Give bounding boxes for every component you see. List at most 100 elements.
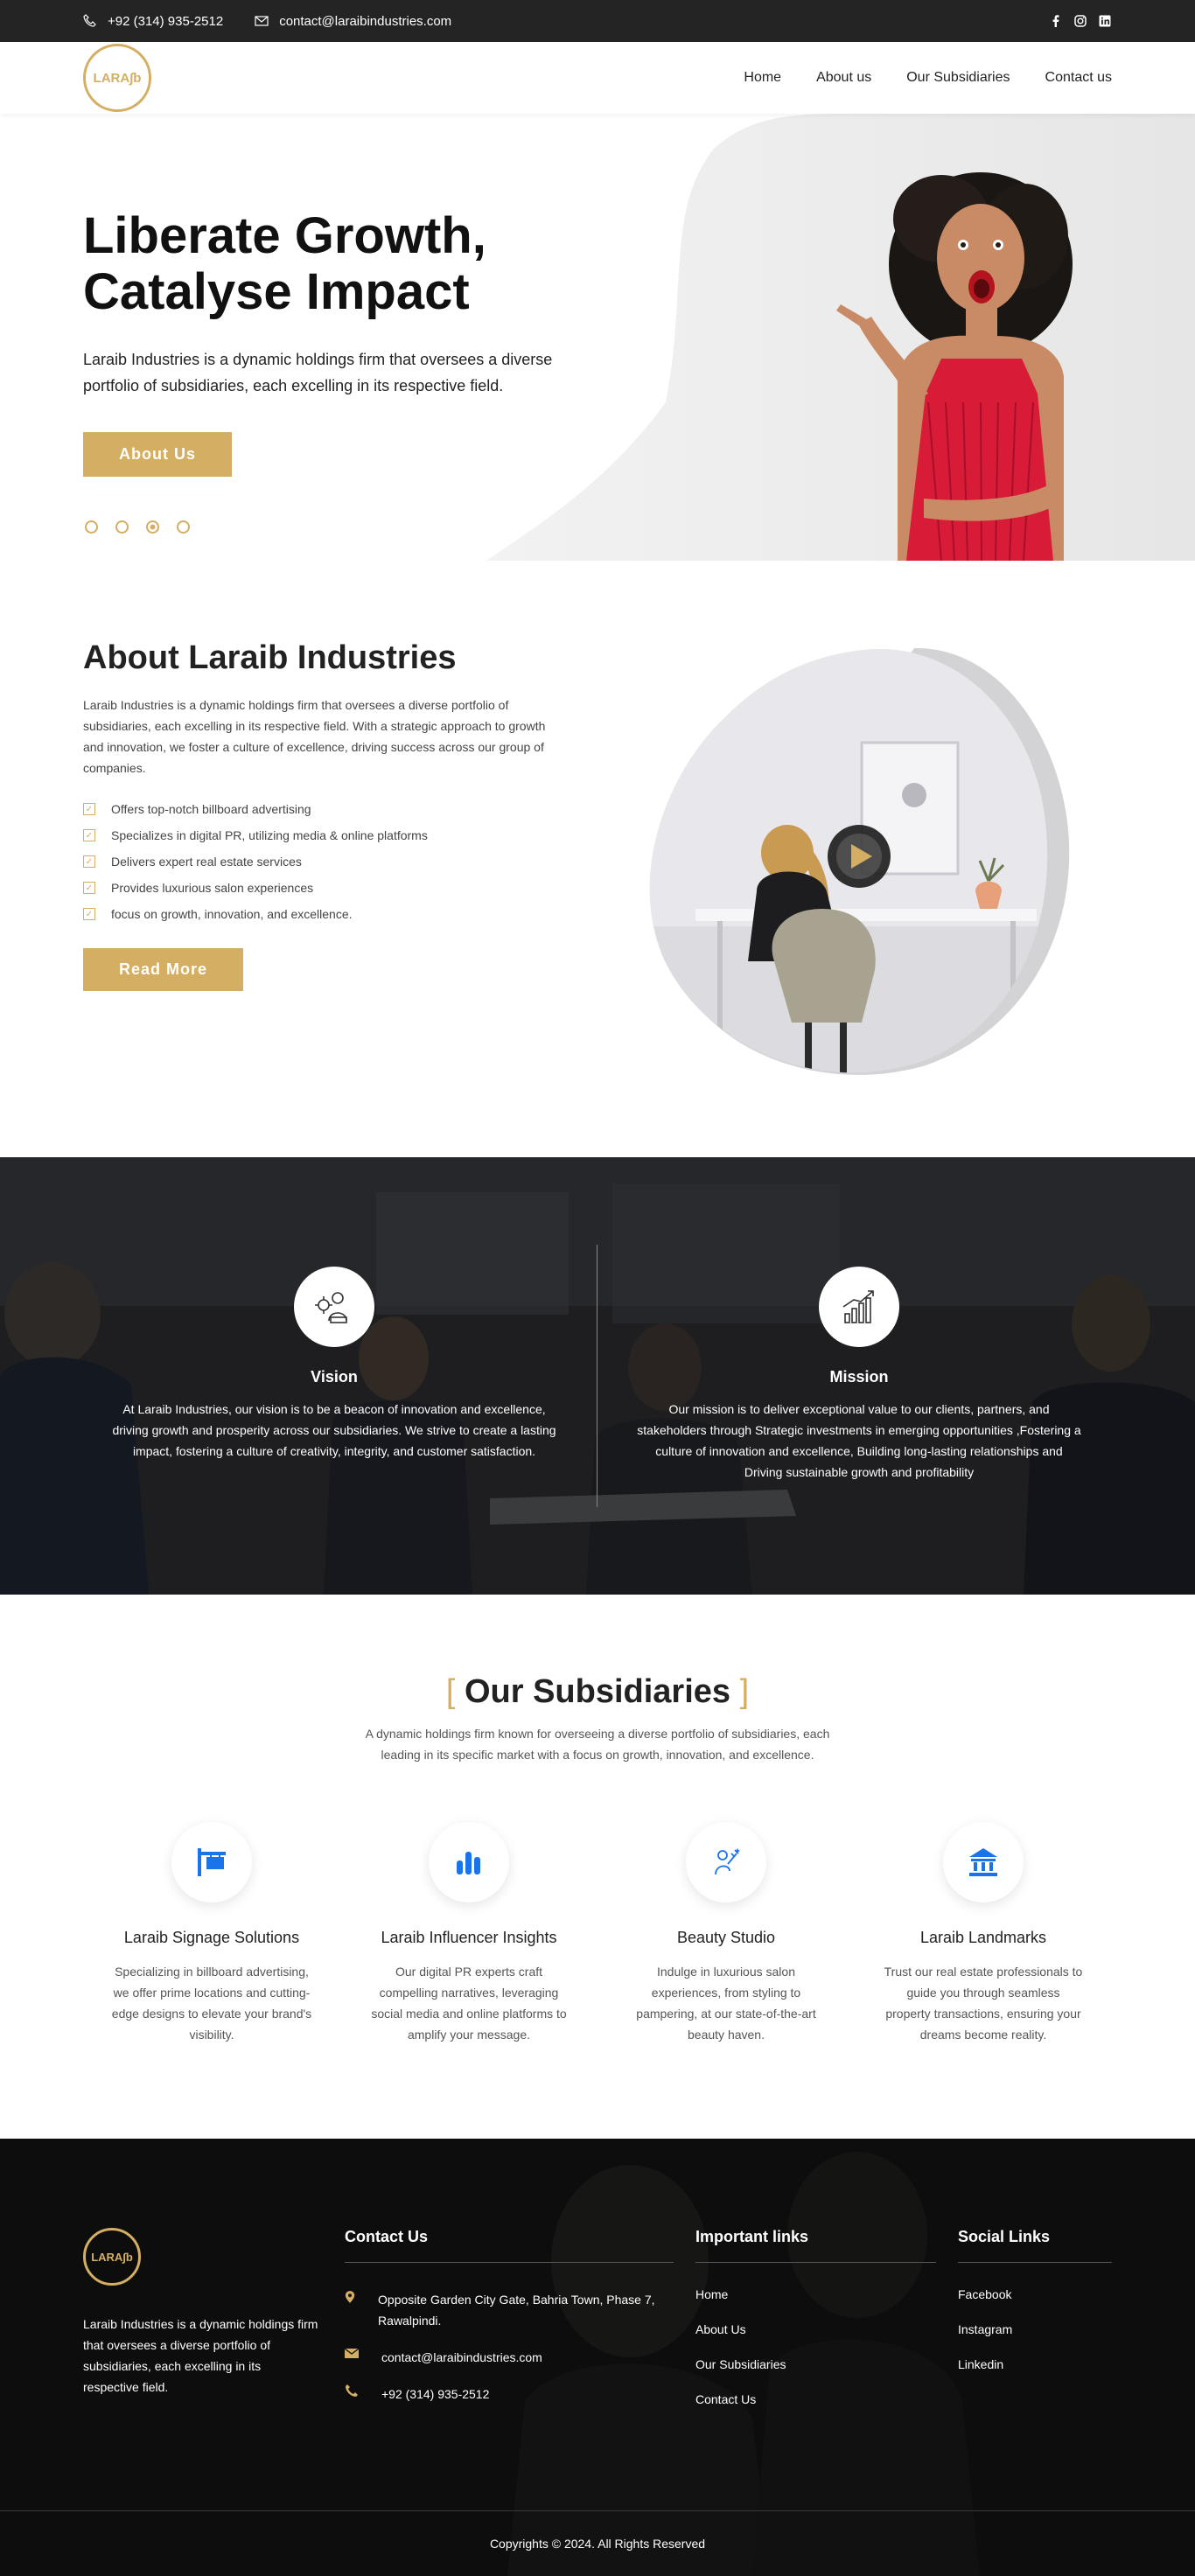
subsidiary-description: Indulge in luxurious salon experiences, … (636, 1965, 816, 2042)
linkedin-icon[interactable] (1098, 14, 1112, 28)
mission-icon (819, 1267, 899, 1347)
hero-description: Laraib Industries is a dynamic holdings … (83, 351, 553, 394)
envelope-icon (345, 2348, 359, 2358)
list-item: ✓ Provides luxurious salon experiences (83, 875, 569, 901)
footer-logo[interactable]: LARA∫b (83, 2228, 141, 2286)
footer-link-our-subsidiaries[interactable]: Our Subsidiaries (695, 2347, 936, 2382)
footer-link-home[interactable]: Home (695, 2277, 936, 2312)
footer-link-instagram[interactable]: Instagram (958, 2312, 1112, 2347)
check-icon: ✓ (83, 855, 95, 868)
footer-links-title: Important links (695, 2228, 936, 2263)
divider (597, 1245, 598, 1507)
footer-about-text: Laraib Industries is a dynamic holdings … (83, 2317, 318, 2394)
carousel-dot-3[interactable] (146, 520, 159, 534)
hero-title: Liberate Growth, Catalyse Impact (83, 208, 591, 320)
vision-mission-section: Vision At Laraib Industries, our vision … (0, 1157, 1195, 1595)
subsidiary-card-beauty[interactable]: Beauty Studio Indulge in luxurious salon… (598, 1822, 855, 2045)
about-title: About Laraib Industries (83, 639, 457, 676)
beauty-icon (686, 1822, 766, 1902)
list-item: ✓ Delivers expert real estate services (83, 848, 569, 875)
check-icon: ✓ (83, 882, 95, 894)
footer-social-title: Social Links (958, 2228, 1112, 2263)
read-more-button[interactable]: Read More (83, 948, 244, 991)
bar-chart-icon (429, 1822, 509, 1902)
subsidiary-name: Laraib Influencer Insights (381, 1929, 557, 1946)
main-navigation: LARA∫b Home About us Our Subsidiaries Co… (0, 42, 1195, 114)
about-description: Laraib Industries is a dynamic holdings … (83, 698, 546, 775)
footer-contact-title: Contact Us (345, 2228, 674, 2263)
subsidiary-card-landmarks[interactable]: Laraib Landmarks Trust our real estate p… (855, 1822, 1112, 2045)
check-icon: ✓ (83, 803, 95, 815)
nav-our-subsidiaries[interactable]: Our Subsidiaries (906, 70, 1010, 86)
footer-logo-text: LARA∫b (91, 2250, 133, 2264)
about-feature-list: ✓ Offers top-notch billboard advertising … (83, 796, 569, 927)
mission-text: Our mission is to deliver exceptional va… (637, 1402, 1081, 1479)
check-icon: ✓ (83, 829, 95, 841)
footer-important-links: Important links Home About Us Our Subsid… (695, 2228, 936, 2417)
hero-section: Liberate Growth, Catalyse Impact Laraib … (0, 114, 1195, 561)
bank-icon (943, 1822, 1024, 1902)
subsidiary-description: Our digital PR experts craft compelling … (371, 1965, 567, 2042)
instagram-icon[interactable] (1073, 14, 1087, 28)
footer-link-contact-us[interactable]: Contact Us (695, 2382, 936, 2417)
signboard-icon (171, 1822, 252, 1902)
footer-address: Opposite Garden City Gate, Bahria Town, … (345, 2289, 674, 2331)
topbar-email[interactable]: contact@laraibindustries.com (255, 14, 451, 29)
vision-block: Vision At Laraib Industries, our vision … (111, 1267, 557, 1462)
about-image (649, 647, 1070, 1075)
about-us-button[interactable]: About Us (83, 432, 232, 477)
check-icon: ✓ (83, 908, 95, 920)
topbar-phone-text: +92 (314) 935-2512 (108, 13, 224, 29)
subsidiary-name: Beauty Studio (676, 1929, 776, 1946)
list-item: ✓ Specializes in digital PR, utilizing me… (83, 822, 569, 848)
facebook-icon[interactable] (1049, 14, 1063, 28)
footer-about: LARA∫b Laraib Industries is a dynamic ho… (83, 2228, 319, 2398)
topbar-email-text: contact@laraibindustries.com (279, 13, 452, 29)
subsidiaries-section: [ Our Subsidiaries ] A dynamic holdings … (0, 1595, 1195, 2139)
subsidiaries-heading: [ Our Subsidiaries ] (0, 1595, 1195, 1711)
carousel-dot-2[interactable] (115, 520, 129, 534)
mission-title: Mission (829, 1368, 889, 1386)
phone-icon (346, 2384, 358, 2397)
logo-text: LARA∫b (93, 70, 142, 86)
footer-social-links: Social Links Facebook Instagram Linkedin (958, 2228, 1112, 2382)
subsidiaries-intro: A dynamic holdings firm known for overse… (365, 1727, 830, 1762)
mail-icon (255, 16, 269, 26)
footer-phone[interactable]: +92 (314) 935-2512 (345, 2384, 674, 2405)
nav-contact-us[interactable]: Contact us (1045, 70, 1112, 86)
list-item: ✓ focus on growth, innovation, and excell… (83, 901, 569, 927)
vision-icon (294, 1267, 374, 1347)
footer-email-text: contact@laraibindustries.com (381, 2350, 542, 2364)
carousel-dots (85, 520, 190, 534)
feature-text: Offers top-notch billboard advertising (111, 802, 311, 816)
vision-text: At Laraib Industries, our vision is to b… (112, 1402, 556, 1458)
footer-contact: Contact Us Opposite Garden City Gate, Ba… (345, 2228, 674, 2405)
list-item: ✓ Offers top-notch billboard advertising (83, 796, 569, 822)
footer-email[interactable]: contact@laraibindustries.com (345, 2347, 674, 2368)
footer-link-facebook[interactable]: Facebook (958, 2277, 1112, 2312)
subsidiary-name: Laraib Landmarks (919, 1929, 1047, 1946)
copyright-text: Copyrights © 2024. All Rights Reserved (489, 2537, 706, 2551)
carousel-dot-1[interactable] (85, 520, 98, 534)
feature-text: Specializes in digital PR, utilizing med… (111, 828, 428, 842)
footer: LARA∫b Laraib Industries is a dynamic ho… (0, 2139, 1195, 2576)
footer-link-linkedin[interactable]: Linkedin (958, 2347, 1112, 2382)
mission-block: Mission Our mission is to deliver except… (636, 1267, 1082, 1483)
nav-about-us[interactable]: About us (816, 70, 871, 86)
feature-text: Delivers expert real estate services (111, 855, 302, 869)
nav-home[interactable]: Home (744, 70, 781, 86)
topbar-phone[interactable]: +92 (314) 935-2512 (83, 14, 223, 29)
bracket-left: [ (445, 1673, 456, 1710)
footer-link-about-us[interactable]: About Us (695, 2312, 936, 2347)
copyright-bar: Copyrights © 2024. All Rights Reserved (0, 2510, 1195, 2576)
subsidiary-description: Trust our real estate professionals to g… (884, 1965, 1083, 2042)
footer-phone-text: +92 (314) 935-2512 (381, 2387, 490, 2401)
feature-text: Provides luxurious salon experiences (111, 881, 314, 895)
subsidiary-card-influencer[interactable]: Laraib Influencer Insights Our digital P… (340, 1822, 598, 2045)
location-pin-icon (345, 2291, 355, 2303)
site-logo[interactable]: LARA∫b (83, 44, 151, 112)
subsidiary-card-signage[interactable]: Laraib Signage Solutions Specializing in… (83, 1822, 340, 2045)
subsidiaries-title: Our Subsidiaries (464, 1673, 731, 1710)
hero-title-line-1: Liberate Growth, (83, 207, 486, 264)
carousel-dot-4[interactable] (177, 520, 190, 534)
